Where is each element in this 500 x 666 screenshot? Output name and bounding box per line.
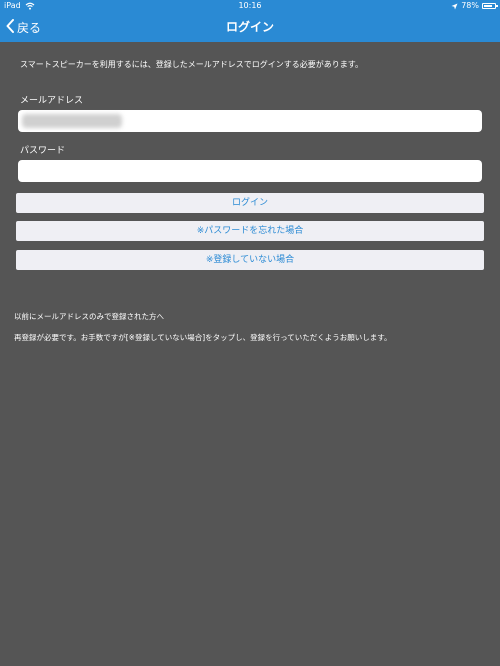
battery-fill	[484, 5, 492, 7]
login-description: スマートスピーカーを利用するには、登録したメールアドレスでログインする必要があり…	[20, 60, 363, 69]
password-label: パスワード	[20, 146, 66, 156]
login-button[interactable]: ログイン	[16, 193, 484, 213]
battery-percent: 78%	[461, 1, 479, 10]
forgot-password-button[interactable]: ※パスワードを忘れた場合	[16, 221, 484, 241]
chevron-left-icon	[6, 18, 14, 36]
location-arrow-icon	[451, 3, 458, 10]
page-title: ログイン	[225, 20, 274, 34]
status-right: 78%	[451, 0, 498, 12]
register-button[interactable]: ※登録していない場合	[16, 250, 484, 270]
battery-icon	[482, 3, 498, 9]
status-time: 10:16	[238, 1, 262, 10]
status-bar: iPad 10:16 78%	[0, 0, 500, 12]
notice-body: 再登録が必要です。お手数ですが[※登録していない場合]をタップし、登録を行ってい…	[14, 333, 392, 342]
email-label: メールアドレス	[20, 96, 84, 106]
password-field[interactable]	[18, 160, 482, 182]
navigation-bar: 戻る ログイン	[0, 12, 500, 42]
email-redacted-value	[22, 114, 122, 128]
back-button[interactable]: 戻る	[6, 12, 41, 42]
back-button-label: 戻る	[17, 20, 42, 35]
notice-heading: 以前にメールアドレスのみで登録された方へ	[14, 312, 164, 321]
